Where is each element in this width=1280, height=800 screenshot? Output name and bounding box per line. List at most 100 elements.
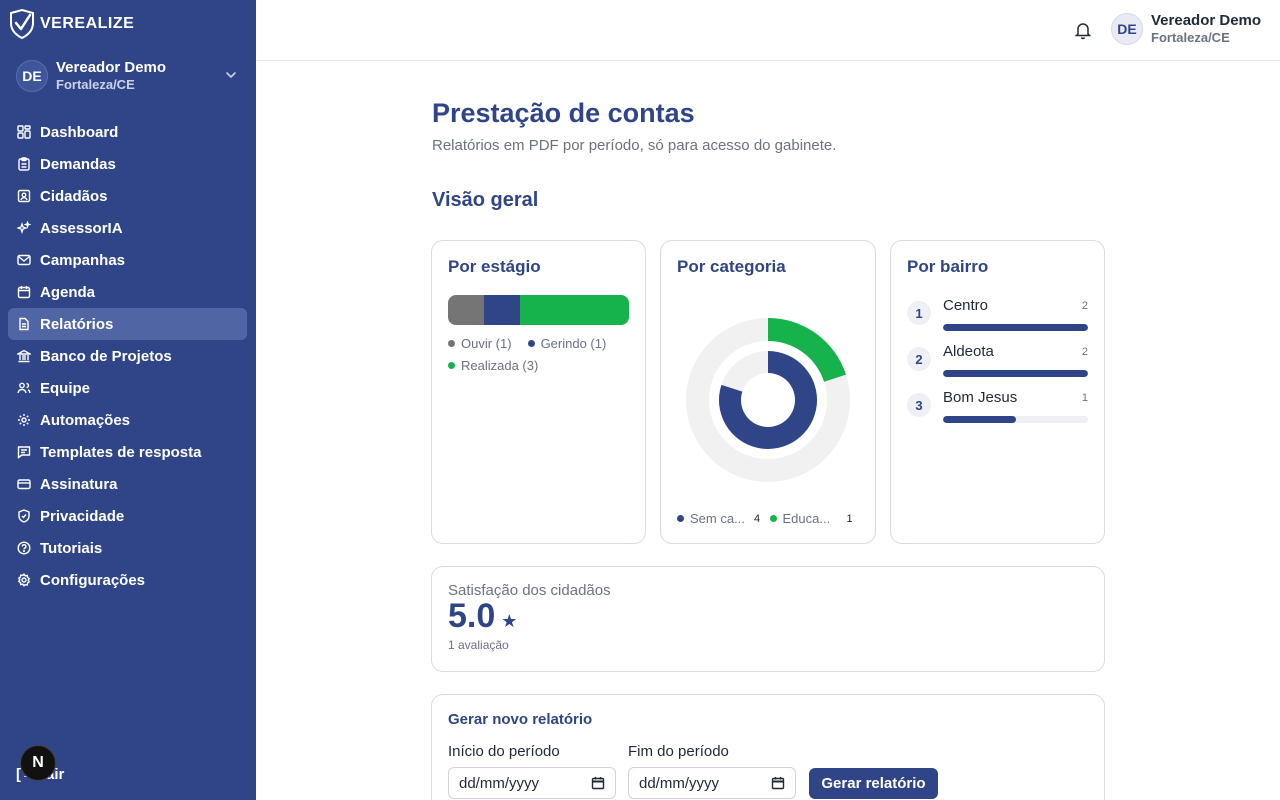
calendar-icon: [16, 284, 32, 300]
sidebar-item-assinatura[interactable]: Assinatura: [8, 468, 247, 500]
stage-legend: Ouvir (1) Gerindo (1): [448, 336, 606, 351]
avatar: DE: [1111, 12, 1143, 45]
bell-icon[interactable]: [1074, 20, 1092, 40]
legend-label: Educa...: [782, 511, 831, 526]
sidebar-item-label: Tutoriais: [40, 539, 103, 557]
legend-item: Gerindo (1): [527, 336, 607, 351]
user-city: Fortaleza/CE: [56, 77, 135, 93]
sidebar-item-agenda[interactable]: Agenda: [8, 276, 247, 308]
calendar-icon[interactable]: [591, 776, 605, 790]
credit-card-icon: [16, 476, 32, 492]
stage-bar: [448, 295, 629, 325]
user-city: Fortaleza/CE: [1151, 30, 1230, 45]
sidebar-item-label: Demandas: [40, 155, 116, 173]
sidebar-item-banco-de-projetos[interactable]: Banco de Projetos: [8, 340, 247, 372]
end-date-label: Fim do período: [628, 743, 729, 760]
dashboard-icon: [16, 124, 32, 140]
sidebar-item-assessoria[interactable]: AssessorIA: [8, 212, 247, 244]
legend-dot: [448, 362, 455, 369]
page-subtitle: Relatórios em PDF por período, só para a…: [432, 137, 837, 154]
stage-legend: Realizada (3): [448, 358, 538, 373]
bairro-bar-fill: [943, 324, 1088, 331]
sidebar-item-demandas[interactable]: Demandas: [8, 148, 247, 180]
satisfaction-card: Satisfação dos cidadãos 5.0 ★ 1 avaliaçã…: [431, 566, 1105, 672]
bairro-bar-track: [943, 370, 1088, 377]
sidebar-item-relatorios[interactable]: Relatórios: [8, 308, 247, 340]
user-name: Vereador Demo: [1151, 12, 1262, 29]
sidebar-item-label: Equipe: [40, 379, 91, 397]
sidebar-item-automacoes[interactable]: Automações: [8, 404, 247, 436]
report-form-card: Gerar novo relatório Início do período d…: [431, 694, 1105, 800]
card-title: Por bairro: [907, 257, 989, 276]
card-title: Por categoria: [677, 257, 786, 276]
logo-icon: [10, 9, 34, 39]
legend-label: Ouvir (1): [461, 336, 512, 351]
bairro-count: 2: [1081, 346, 1088, 358]
sidebar-nav: Dashboard Demandas Cidadãos AssessorIA C…: [8, 116, 247, 596]
legend-label: Gerindo (1): [540, 336, 607, 351]
bank-icon: [16, 348, 32, 364]
next-dev-badge[interactable]: N: [20, 745, 56, 781]
category-legend: Sem ca... 4 Educa... 1: [677, 511, 862, 526]
sidebar-item-label: Agenda: [40, 283, 96, 301]
logo-text: VEREALIZE: [40, 15, 135, 32]
rank-badge: 3: [907, 393, 931, 417]
rank-badge: 2: [907, 347, 931, 371]
page-title: Prestação de contas: [432, 98, 695, 128]
bairro-name: Aldeota: [943, 343, 994, 360]
sidebar-item-label: Dashboard: [40, 123, 119, 141]
message-icon: [16, 444, 32, 460]
sidebar-item-label: Configurações: [40, 571, 146, 589]
date-placeholder: dd/mm/yyyy: [639, 774, 720, 792]
end-date-input[interactable]: dd/mm/yyyy: [628, 767, 796, 799]
account-switcher[interactable]: DE Vereador Demo Fortaleza/CE: [16, 58, 240, 94]
generate-report-button[interactable]: Gerar relatório: [809, 768, 938, 799]
bairro-bar-fill: [943, 416, 1016, 423]
sidebar-item-label: Assinatura: [40, 475, 118, 493]
legend-count: 1: [846, 512, 853, 525]
start-date-input[interactable]: dd/mm/yyyy: [448, 767, 616, 799]
sidebar-item-templates-de-resposta[interactable]: Templates de resposta: [8, 436, 247, 468]
sidebar-item-campanhas[interactable]: Campanhas: [8, 244, 247, 276]
date-placeholder: dd/mm/yyyy: [459, 774, 540, 792]
legend-item: Realizada (3): [448, 358, 538, 373]
category-card: Por categoria Sem ca... 4 Educa... 1: [660, 240, 876, 544]
app-logo[interactable]: VEREALIZE: [8, 8, 134, 40]
calendar-icon[interactable]: [771, 776, 785, 790]
legend-label: Realizada (3): [461, 358, 539, 373]
section-title: Visão geral: [432, 189, 539, 211]
bairro-count: 2: [1081, 300, 1088, 312]
legend-dot: [677, 515, 684, 522]
user-name: Vereador Demo: [56, 59, 167, 77]
sidebar-item-dashboard[interactable]: Dashboard: [8, 116, 247, 148]
star-icon: ★: [501, 611, 518, 631]
shield-icon: [16, 508, 32, 524]
sidebar-item-tutoriais[interactable]: Tutoriais: [8, 532, 247, 564]
sidebar-item-label: Templates de resposta: [40, 443, 202, 461]
score-value: 5.0: [448, 597, 496, 635]
sidebar-item-label: Banco de Projetos: [40, 347, 172, 365]
sidebar-item-equipe[interactable]: Equipe: [8, 372, 247, 404]
sidebar-item-label: AssessorIA: [40, 219, 123, 237]
clipboard-icon: [16, 156, 32, 172]
bairro-name: Centro: [943, 297, 989, 314]
settings-icon: [16, 572, 32, 588]
card-title: Por estágio: [448, 257, 541, 276]
rank-badge: 1: [907, 301, 931, 325]
sidebar-item-privacidade[interactable]: Privacidade: [8, 500, 247, 532]
bairro-row: 3 Bom Jesus 1: [907, 389, 1088, 429]
satisfaction-score: 5.0 ★: [448, 597, 517, 636]
legend-label: Sem ca...: [690, 511, 745, 526]
bairro-bar-track: [943, 416, 1088, 423]
sidebar-item-configuracoes[interactable]: Configurações: [8, 564, 247, 596]
legend-item: Ouvir (1): [448, 336, 512, 351]
rating-count: 1 avaliação: [448, 638, 509, 652]
file-icon: [16, 316, 32, 332]
user-menu[interactable]: DE Vereador Demo Fortaleza/CE: [1111, 12, 1261, 46]
sidebar-item-cidadaos[interactable]: Cidadãos: [8, 180, 247, 212]
sidebar-item-label: Cidadãos: [40, 187, 108, 205]
bairro-row: 1 Centro 2: [907, 297, 1088, 337]
bairro-bar-fill: [943, 370, 1088, 377]
sidebar: VEREALIZE DE Vereador Demo Fortaleza/CE …: [0, 0, 256, 800]
bairro-count: 1: [1081, 392, 1088, 404]
